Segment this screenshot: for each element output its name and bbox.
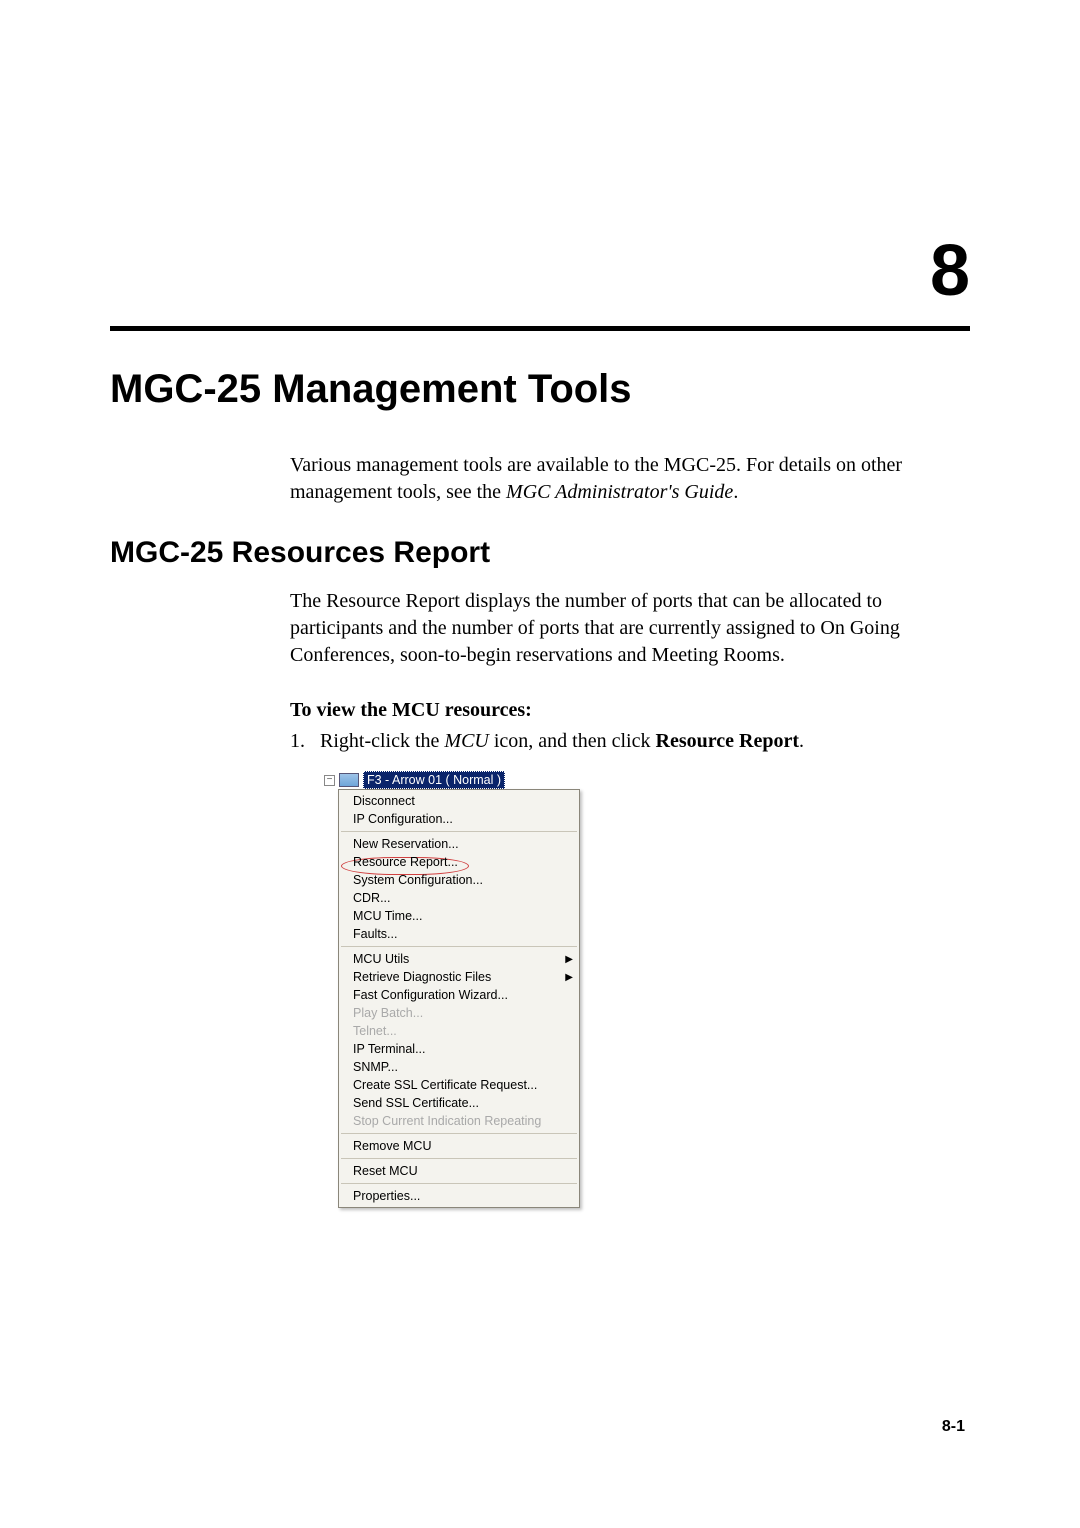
menu-item[interactable]: Disconnect bbox=[339, 792, 579, 810]
chapter-title: MGC-25 Management Tools bbox=[110, 367, 970, 412]
step-mcu-emphasis: MCU bbox=[444, 730, 488, 752]
menu-item[interactable]: Retrieve Diagnostic Files▶ bbox=[339, 968, 579, 986]
menu-item[interactable]: CDR... bbox=[339, 889, 579, 907]
page-number: 8-1 bbox=[942, 1418, 965, 1436]
menu-item: Stop Current Indication Repeating bbox=[339, 1112, 579, 1130]
section-paragraph: The Resource Report displays the number … bbox=[290, 588, 970, 669]
procedure-heading: To view the MCU resources: bbox=[290, 699, 970, 722]
tree-collapse-icon[interactable]: − bbox=[324, 775, 335, 786]
menu-item[interactable]: Reset MCU bbox=[339, 1162, 579, 1180]
section-heading: MGC-25 Resources Report bbox=[110, 536, 970, 570]
menu-item[interactable]: Create SSL Certificate Request... bbox=[339, 1076, 579, 1094]
submenu-arrow-icon: ▶ bbox=[565, 972, 573, 983]
menu-item[interactable]: Faults... bbox=[339, 925, 579, 943]
step-text: Right-click the MCU icon, and then click… bbox=[320, 730, 804, 753]
chapter-number: 8 bbox=[110, 230, 970, 312]
menu-item[interactable]: IP Configuration... bbox=[339, 810, 579, 828]
menu-item: Play Batch... bbox=[339, 1004, 579, 1022]
screenshot-context-menu: − F3 - Arrow 01 ( Normal ) DisconnectIP … bbox=[320, 771, 580, 1208]
mcu-icon bbox=[339, 773, 359, 787]
intro-guide-name: MGC Administrator's Guide bbox=[506, 481, 733, 503]
menu-item[interactable]: MCU Time... bbox=[339, 907, 579, 925]
menu-item[interactable]: Properties... bbox=[339, 1187, 579, 1205]
step-mid: icon, and then click bbox=[489, 730, 656, 752]
menu-item[interactable]: Resource Report... bbox=[339, 853, 579, 871]
menu-separator bbox=[341, 1133, 577, 1134]
submenu-arrow-icon: ▶ bbox=[565, 954, 573, 965]
intro-after: . bbox=[733, 481, 738, 503]
step-pre: Right-click the bbox=[320, 730, 444, 752]
menu-item[interactable]: Fast Configuration Wizard... bbox=[339, 986, 579, 1004]
menu-separator bbox=[341, 946, 577, 947]
step-after: . bbox=[799, 730, 804, 752]
tree-node-label[interactable]: F3 - Arrow 01 ( Normal ) bbox=[363, 771, 505, 789]
menu-item[interactable]: System Configuration... bbox=[339, 871, 579, 889]
menu-separator bbox=[341, 1158, 577, 1159]
menu-item: Telnet... bbox=[339, 1022, 579, 1040]
context-menu: DisconnectIP Configuration... New Reserva… bbox=[338, 789, 580, 1208]
menu-separator bbox=[341, 831, 577, 832]
menu-item[interactable]: Remove MCU bbox=[339, 1137, 579, 1155]
menu-item[interactable]: Send SSL Certificate... bbox=[339, 1094, 579, 1112]
step-1: 1. Right-click the MCU icon, and then cl… bbox=[290, 730, 970, 753]
tree-node-row[interactable]: − F3 - Arrow 01 ( Normal ) bbox=[320, 771, 580, 789]
menu-item[interactable]: New Reservation... bbox=[339, 835, 579, 853]
menu-item[interactable]: IP Terminal... bbox=[339, 1040, 579, 1058]
menu-item[interactable]: MCU Utils▶ bbox=[339, 950, 579, 968]
step-number: 1. bbox=[290, 730, 320, 753]
chapter-rule bbox=[110, 326, 970, 331]
menu-item[interactable]: SNMP... bbox=[339, 1058, 579, 1076]
intro-paragraph: Various management tools are available t… bbox=[290, 452, 970, 506]
step-target-bold: Resource Report bbox=[656, 730, 799, 752]
menu-separator bbox=[341, 1183, 577, 1184]
